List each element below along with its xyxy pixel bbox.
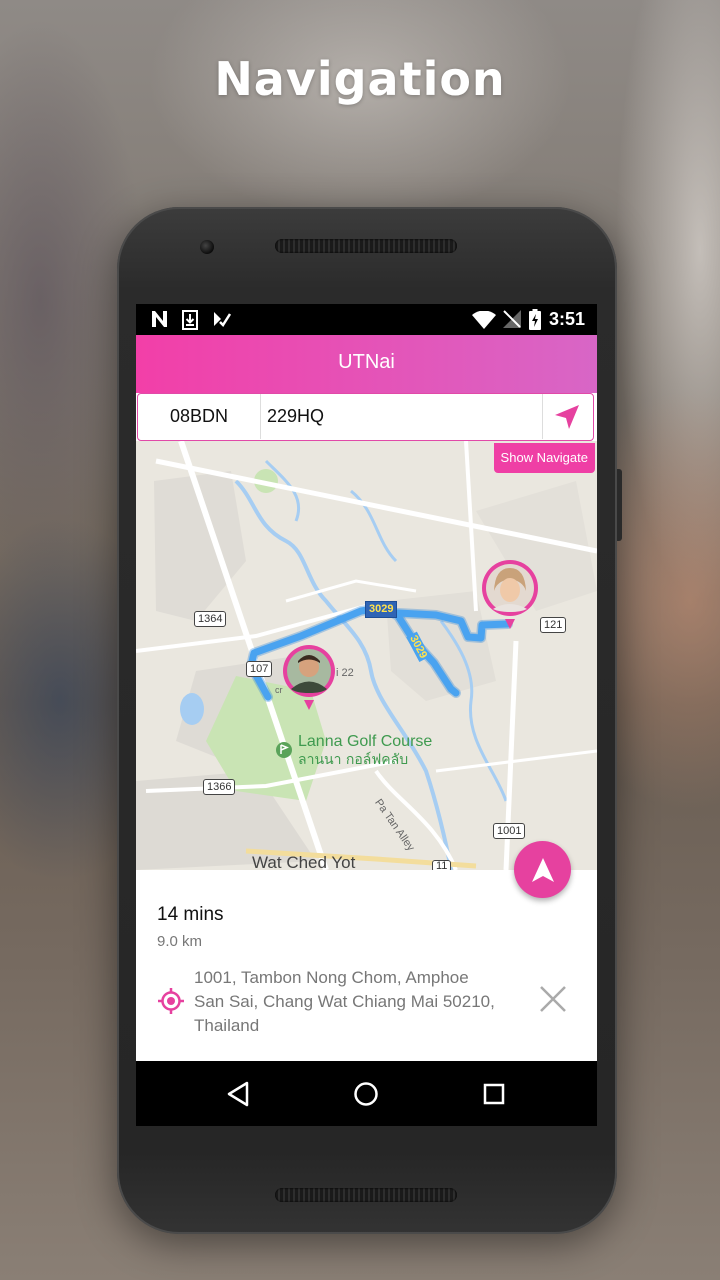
- back-button[interactable]: [222, 1078, 254, 1110]
- golf-course-label: Lanna Golf Course ลานนา กอล์ฟคลับ: [298, 733, 432, 769]
- bottom-speaker: [275, 1188, 457, 1202]
- app-title: UTNai: [338, 351, 395, 373]
- home-button[interactable]: [350, 1078, 382, 1110]
- location-target-icon: [158, 988, 184, 1019]
- road-shield-1001: 1001: [493, 823, 526, 839]
- wifi-icon: [472, 310, 496, 334]
- origin-code-field[interactable]: 08BDN: [138, 394, 261, 439]
- destination-address: 1001, Tambon Nong Chom, Amphoe San Sai, …: [194, 966, 514, 1038]
- golf-course-name-th: ลานนา กอล์ฟคลับ: [298, 752, 409, 768]
- recents-icon: [483, 1083, 505, 1105]
- home-icon: [354, 1082, 378, 1106]
- navigation-arrow-icon: [555, 404, 579, 429]
- show-navigate-button[interactable]: Show Navigate: [493, 443, 595, 473]
- back-icon: [227, 1081, 249, 1107]
- power-button: [617, 469, 622, 541]
- road-shield-107: 107: [246, 661, 273, 677]
- route-search-bar: 08BDN 229HQ: [137, 393, 594, 441]
- route-duration: 14 mins: [157, 904, 224, 925]
- road-shield-11: 11: [432, 860, 452, 870]
- woman-avatar-icon: [482, 560, 538, 629]
- route-info-panel: 14 mins 9.0 km 1001, Tambon Nong Chom, A…: [136, 870, 597, 1061]
- street-label-22: i 22: [336, 667, 354, 679]
- temple-label: Wat Ched Yot: [252, 853, 356, 870]
- download-icon: [182, 310, 198, 335]
- destination-avatar-marker[interactable]: [481, 559, 539, 633]
- road-shield-3029: 3029: [365, 601, 398, 618]
- road-shield-1366: 1366: [203, 779, 236, 795]
- recents-button[interactable]: [478, 1078, 510, 1110]
- road-shield-121: 121: [540, 617, 567, 633]
- phone-screen: 3:51 UTNai 08BDN 229HQ Show Navigate 302…: [136, 304, 597, 1126]
- origin-avatar-marker[interactable]: [282, 644, 336, 714]
- page-heading: Navigation: [214, 52, 506, 106]
- route-distance: 9.0 km: [157, 933, 203, 950]
- navigation-arrow-up-icon: [531, 857, 554, 882]
- no-signal-icon: [503, 310, 521, 333]
- destination-code-field[interactable]: 229HQ: [261, 394, 543, 439]
- address-line-1: 1001, Tambon Nong Chom, Amphoe: [194, 968, 469, 987]
- map-view[interactable]: 3029 3029 1364 107 1366 121 1001 11 i 22…: [136, 441, 597, 870]
- clock: 3:51: [548, 309, 585, 329]
- tasker-icon: [212, 310, 232, 333]
- map-canvas: [136, 441, 597, 870]
- front-camera: [200, 240, 214, 254]
- address-line-2: San Sai, Chang Wat Chiang Mai 50210,: [194, 992, 495, 1011]
- earpiece-speaker: [275, 239, 457, 253]
- n-notification-icon: [150, 310, 170, 333]
- road-shield-1364: 1364: [194, 611, 227, 627]
- app-bar: UTNai: [136, 335, 597, 393]
- status-bar: 3:51: [136, 304, 597, 335]
- golf-course-name-en: Lanna Golf Course: [298, 733, 433, 750]
- system-navigation-bar: [136, 1061, 597, 1126]
- man-avatar-icon: [283, 645, 335, 710]
- navigate-go-button[interactable]: [541, 394, 593, 439]
- close-icon: [540, 986, 566, 1012]
- close-route-button[interactable]: [536, 982, 570, 1016]
- start-navigation-button[interactable]: [514, 841, 571, 898]
- battery-charging-icon: [529, 309, 541, 335]
- address-line-3: Thailand: [194, 1016, 260, 1035]
